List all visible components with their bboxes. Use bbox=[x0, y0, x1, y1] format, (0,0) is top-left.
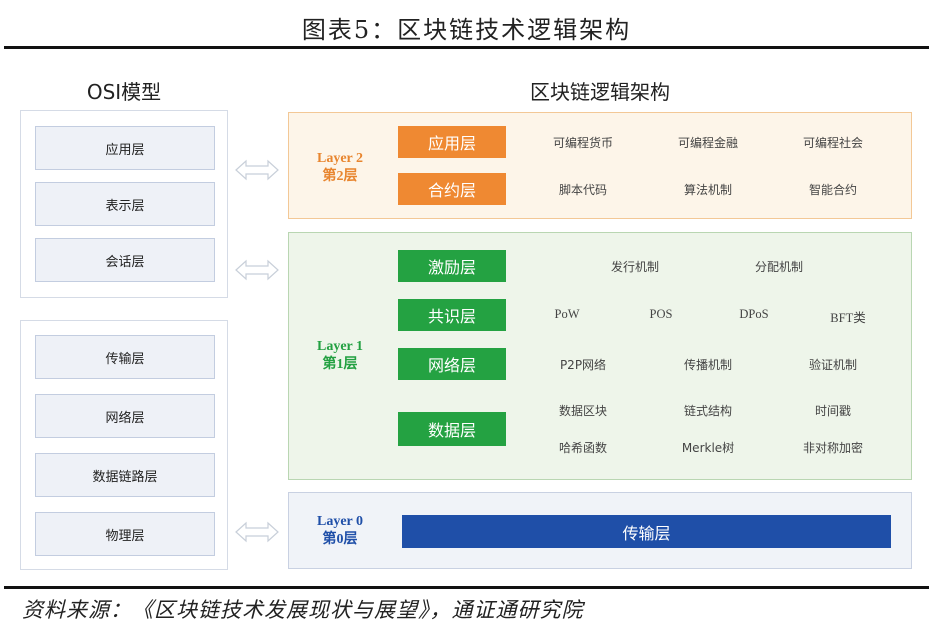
osi-layer-network: 网络层 bbox=[35, 394, 215, 438]
osi-heading: OSI模型 bbox=[86, 80, 162, 104]
osi-lower-group: 传输层 网络层 数据链路层 物理层 bbox=[20, 320, 228, 570]
layer2-panel bbox=[288, 112, 912, 219]
item-timestamp: 时间戳 bbox=[814, 404, 852, 418]
item-data-block: 数据区块 bbox=[558, 404, 608, 418]
figure-title: 图表5：区块链技术逻辑架构 bbox=[301, 16, 632, 44]
item-asymmetric-encryption: 非对称加密 bbox=[802, 441, 864, 455]
item-programmable-finance: 可编程金融 bbox=[677, 136, 739, 150]
double-arrow-icon bbox=[235, 159, 279, 181]
double-arrow-icon bbox=[235, 521, 279, 543]
layer0-label-en: Layer 0 bbox=[316, 514, 363, 529]
item-chain-structure: 链式结构 bbox=[683, 404, 733, 418]
item-verification-mechanism: 验证机制 bbox=[808, 358, 858, 372]
layer1-label-cn: 第1层 bbox=[322, 357, 358, 372]
osi-layer-application: 应用层 bbox=[35, 126, 215, 170]
item-merkle-tree: Merkle树 bbox=[681, 441, 735, 455]
source-note: 资料来源：《区块链技术发展现状与展望》，通证通研究院 bbox=[22, 598, 584, 622]
arch-heading: 区块链逻辑架构 bbox=[530, 80, 670, 104]
osi-upper-group: 应用层 表示层 会话层 bbox=[20, 110, 228, 298]
item-programmable-currency: 可编程货币 bbox=[552, 136, 614, 150]
osi-layer-session: 会话层 bbox=[35, 238, 215, 282]
item-p2p-network: P2P网络 bbox=[559, 358, 607, 372]
layer2-label-cn: 第2层 bbox=[322, 169, 358, 184]
item-issuance-mechanism: 发行机制 bbox=[610, 260, 660, 274]
item-distribution-mechanism: 分配机制 bbox=[754, 260, 804, 274]
item-script-code: 脚本代码 bbox=[558, 183, 608, 197]
item-dpos: DPoS bbox=[739, 307, 769, 321]
osi-layer-physical: 物理层 bbox=[35, 512, 215, 556]
item-algorithm-mechanism: 算法机制 bbox=[683, 183, 733, 197]
item-bft: BFT类 bbox=[830, 311, 866, 325]
layer1-label: Layer 1 第1层 bbox=[300, 338, 380, 374]
tag-incentive-layer: 激励层 bbox=[398, 250, 506, 282]
layer1-label-en: Layer 1 bbox=[316, 339, 363, 354]
top-rule bbox=[4, 46, 929, 49]
double-arrow-icon bbox=[235, 259, 279, 281]
item-smart-contract: 智能合约 bbox=[808, 183, 858, 197]
osi-layer-transport: 传输层 bbox=[35, 335, 215, 379]
tag-application-layer: 应用层 bbox=[398, 126, 506, 158]
item-programmable-society: 可编程社会 bbox=[802, 136, 864, 150]
tag-data-layer: 数据层 bbox=[398, 412, 506, 446]
layer0-label: Layer 0 第0层 bbox=[300, 513, 380, 549]
tag-consensus-layer: 共识层 bbox=[398, 299, 506, 331]
item-hash-function: 哈希函数 bbox=[558, 441, 608, 455]
item-pos: POS bbox=[649, 307, 673, 321]
layer2-label: Layer 2 第2层 bbox=[300, 150, 380, 186]
item-pow: PoW bbox=[554, 307, 580, 321]
layer0-label-cn: 第0层 bbox=[322, 532, 358, 547]
tag-contract-layer: 合约层 bbox=[398, 173, 506, 205]
item-propagation-mechanism: 传播机制 bbox=[683, 358, 733, 372]
osi-layer-datalink: 数据链路层 bbox=[35, 453, 215, 497]
transport-layer-bar: 传输层 bbox=[402, 515, 891, 548]
bottom-rule bbox=[4, 586, 929, 589]
layer2-label-en: Layer 2 bbox=[316, 151, 363, 166]
tag-network-layer: 网络层 bbox=[398, 348, 506, 380]
osi-layer-presentation: 表示层 bbox=[35, 182, 215, 226]
